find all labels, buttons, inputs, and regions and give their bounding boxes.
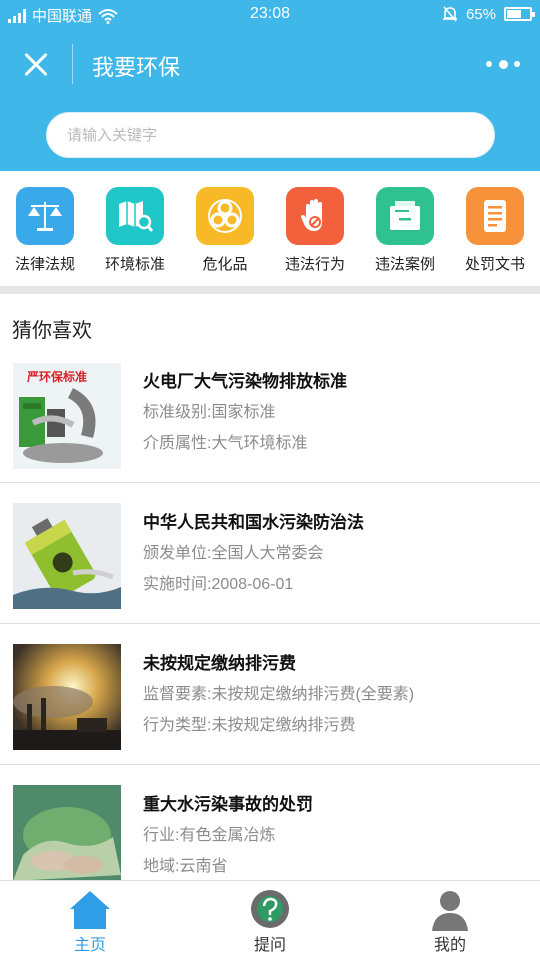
more-options-button[interactable] [486,54,520,74]
bottom-tab-bar: 主页 提问 我的 [0,880,540,960]
folder-icon [376,187,434,245]
item-detail: 地域:云南省 [143,858,228,875]
item-thumbnail [13,644,121,750]
category-violation[interactable]: 违法行为 [270,171,360,286]
close-button[interactable] [18,46,56,84]
category-standard[interactable]: 环境标准 [90,171,180,286]
category-label: 环境标准 [104,256,165,273]
item-detail: 介质属性:大气环境标准 [143,435,308,452]
status-bar: 中国联通 23:08 65% [0,0,540,30]
item-thumbnail [13,785,121,891]
map-search-icon [106,187,164,245]
item-title: 火电厂大气污染物排放标准 [143,372,347,391]
header-divider [72,44,73,84]
section-divider [0,286,540,294]
biohazard-icon [196,187,254,245]
category-hazard[interactable]: 危化品 [180,171,270,286]
category-case[interactable]: 违法案例 [360,171,450,286]
header: 我要环保 [0,30,540,171]
category-label: 法律法规 [14,256,75,273]
item-thumbnail [13,503,121,609]
recommendation-list: 严环保标准 火电厂大气污染物排放标准 标准级别:国家标准 介质属性:大气环境标准 [0,342,540,906]
tab-label: 提问 [253,937,286,954]
scales-icon [16,187,74,245]
item-title: 中华人民共和国水污染防治法 [143,513,364,532]
home-icon [70,891,110,929]
tab-question[interactable]: 提问 [180,881,360,960]
item-title: 重大水污染事故的处罚 [143,795,313,814]
category-label: 处罚文书 [464,256,525,273]
tab-profile[interactable]: 我的 [360,881,540,960]
item-detail: 标准级别:国家标准 [143,404,276,421]
item-title: 未按规定缴纳排污费 [143,654,296,673]
category-label: 违法案例 [374,256,435,273]
thumb-banner-text: 严环保标准 [26,369,87,384]
item-detail: 行业:有色金属冶炼 [143,827,276,844]
category-bar: 法律法规 环境标准 危化品 违法行为 违法案例 处罚文书 [0,171,540,286]
page-title: 我要环保 [92,55,181,80]
item-detail: 行为类型:未按规定缴纳排污费 [143,717,356,734]
list-item[interactable]: 未按规定缴纳排污费 监督要素:未按规定缴纳排污费(全要素) 行为类型:未按规定缴… [0,624,540,765]
item-detail: 监督要素:未按规定缴纳排污费(全要素) [143,686,415,703]
stop-hand-icon [286,187,344,245]
profile-icon [432,891,468,931]
category-document[interactable]: 处罚文书 [450,171,540,286]
section-title: 猜你喜欢 [12,320,92,342]
list-item[interactable]: 中华人民共和国水污染防治法 颁发单位:全国人大常委会 实施时间:2008-06-… [0,483,540,624]
question-icon [251,890,289,928]
mute-bell-icon [442,6,457,22]
category-label: 违法行为 [284,256,345,273]
battery-percent: 65% [465,5,496,23]
battery-icon [504,7,535,21]
tab-home[interactable]: 主页 [0,881,180,960]
item-detail: 实施时间:2008-06-01 [143,576,294,593]
tab-label: 主页 [73,937,106,954]
item-detail: 颁发单位:全国人大常委会 [143,545,324,562]
category-law[interactable]: 法律法规 [0,171,90,286]
document-icon [466,187,524,245]
item-thumbnail: 严环保标准 [13,363,121,469]
search-input[interactable] [47,113,494,157]
search-box[interactable] [46,112,495,158]
category-label: 危化品 [202,256,248,273]
list-item[interactable]: 严环保标准 火电厂大气污染物排放标准 标准级别:国家标准 介质属性:大气环境标准 [0,342,540,483]
tab-label: 我的 [433,937,466,954]
